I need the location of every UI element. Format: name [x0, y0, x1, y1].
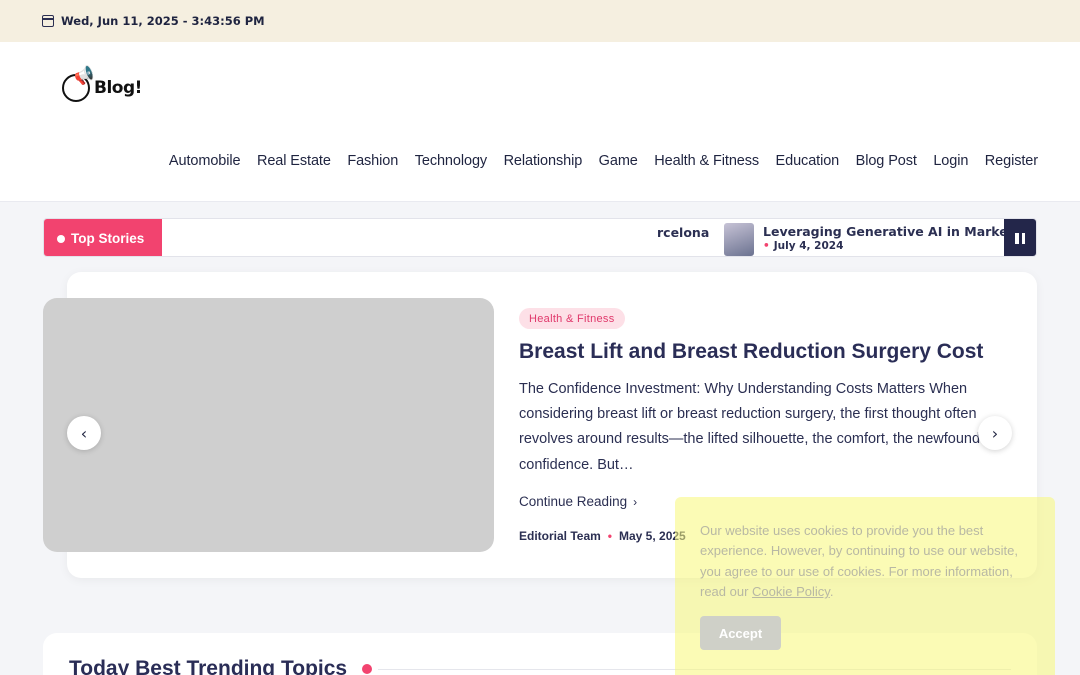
top-bar: Wed, Jun 11, 2025 - 3:43:56 PM	[0, 0, 1080, 42]
slider-prev-button[interactable]: ‹	[67, 416, 101, 450]
continue-reading-label: Continue Reading	[519, 494, 628, 509]
featured-post-excerpt: The Confidence Investment: Why Understan…	[519, 381, 981, 473]
nav-item-health-fitness[interactable]: Health & Fitness	[654, 153, 759, 169]
cookie-text: Our website uses cookies to provide you …	[700, 523, 1018, 600]
current-date-time: Wed, Jun 11, 2025 - 3:43:56 PM	[61, 14, 265, 28]
cookie-text-end: .	[829, 584, 834, 600]
ticker-item-fragment[interactable]: rcelona	[657, 225, 709, 240]
cookie-policy-link[interactable]: Cookie Policy	[752, 584, 830, 599]
nav-item-education[interactable]: Education	[776, 153, 840, 169]
logo-text: Blog!	[94, 78, 142, 98]
calendar-icon	[42, 15, 54, 27]
nav-item-relationship[interactable]: Relationship	[504, 153, 583, 169]
chevron-right-icon: ›	[633, 495, 638, 509]
top-stories-ticker: Top Stories rcelona Leveraging Generativ…	[43, 218, 1037, 257]
section-dot	[362, 664, 372, 674]
cookie-consent-banner: Our website uses cookies to provide you …	[675, 497, 1055, 675]
slider-next-button[interactable]: ›	[978, 416, 1012, 450]
main-nav: Automobile Real Estate Fashion Technolog…	[169, 153, 1038, 169]
section-title: Today Best Trending Topics	[69, 657, 348, 675]
nav-item-fashion[interactable]: Fashion	[347, 153, 398, 169]
ticker-item-thumbnail[interactable]	[724, 223, 754, 256]
ticker-dot-icon	[57, 234, 65, 243]
featured-post-title[interactable]: Breast Lift and Breast Reduction Surgery…	[519, 340, 983, 364]
ticker-item-date: July 4, 2024	[763, 240, 844, 252]
ticker-label: Top Stories	[44, 219, 162, 256]
nav-item-blog-post[interactable]: Blog Post	[856, 153, 917, 169]
chevron-right-icon: ›	[991, 423, 999, 443]
pause-button[interactable]	[1004, 219, 1036, 256]
post-author[interactable]: Editorial Team	[519, 529, 601, 543]
featured-post-image[interactable]	[43, 298, 494, 552]
ticker-item-title[interactable]: Leveraging Generative AI in Marketing	[763, 224, 1036, 239]
nav-item-register[interactable]: Register	[985, 153, 1038, 169]
ticker-label-text: Top Stories	[71, 231, 145, 246]
pause-icon-bar-left	[1015, 233, 1019, 244]
nav-item-game[interactable]: Game	[599, 153, 638, 169]
pause-icon-bar-right	[1021, 233, 1025, 244]
chevron-left-icon: ‹	[80, 423, 88, 443]
nav-item-automobile[interactable]: Automobile	[169, 153, 241, 169]
meta-separator: •	[607, 529, 612, 543]
continue-reading-link[interactable]: Continue Reading ›	[519, 494, 637, 509]
site-logo[interactable]: 📢 Blog!	[62, 63, 154, 106]
accept-cookies-button[interactable]: Accept	[700, 616, 781, 650]
post-meta: Editorial Team • May 5, 2025	[519, 529, 686, 543]
cookie-message: Our website uses cookies to provide you …	[700, 521, 1030, 603]
nav-item-real-estate[interactable]: Real Estate	[257, 153, 331, 169]
nav-item-technology[interactable]: Technology	[415, 153, 487, 169]
site-header: 📢 Blog! Automobile Real Estate Fashion T…	[0, 42, 1080, 202]
nav-item-login[interactable]: Login	[933, 153, 968, 169]
category-badge[interactable]: Health & Fitness	[519, 308, 625, 329]
